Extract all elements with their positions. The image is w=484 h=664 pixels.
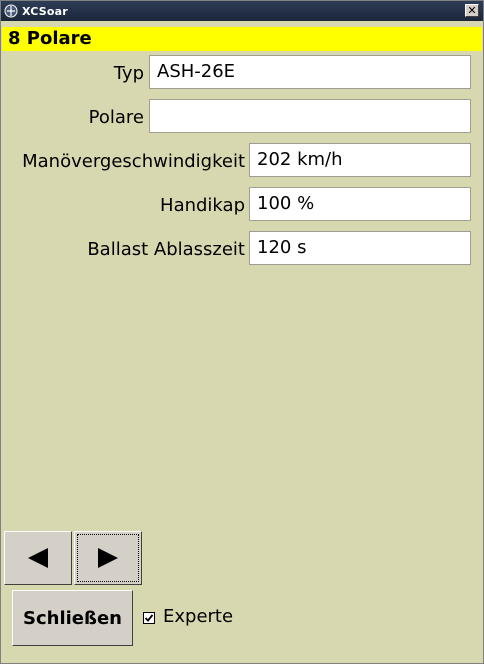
field-handicap[interactable]: 100 % [249, 187, 471, 221]
app-window: XCSoar ✕ 8 Polare Typ ASH-26E Polare Man… [0, 0, 484, 664]
dialog-caption: 8 Polare [2, 27, 482, 51]
close-icon: ✕ [467, 4, 477, 17]
left-triangle-icon [28, 548, 48, 568]
previous-page-button[interactable] [4, 531, 72, 585]
label-typ: Typ [113, 63, 144, 84]
close-dialog-button[interactable]: Schließen [12, 590, 133, 646]
label-polare: Polare [88, 107, 144, 128]
checkmark-icon [144, 614, 154, 622]
label-maneuver-speed: Manövergeschwindigkeit [22, 151, 245, 172]
label-handicap: Handikap [160, 195, 245, 216]
expert-checkbox[interactable] [143, 612, 155, 624]
expert-label[interactable]: Experte [163, 606, 233, 627]
xcsoar-logo-icon [4, 4, 18, 18]
title-bar: XCSoar ✕ [1, 1, 483, 21]
right-triangle-icon [98, 548, 118, 568]
field-ballast-dump-time[interactable]: 120 s [249, 231, 471, 265]
field-maneuver-speed[interactable]: 202 km/h [249, 143, 471, 177]
window-title: XCSoar [22, 4, 68, 18]
next-page-button[interactable] [74, 531, 142, 585]
window-close-button[interactable]: ✕ [465, 4, 479, 17]
label-ballast-dump-time: Ballast Ablasszeit [87, 239, 245, 260]
field-typ[interactable]: ASH-26E [149, 55, 471, 89]
field-polare[interactable] [149, 99, 471, 133]
